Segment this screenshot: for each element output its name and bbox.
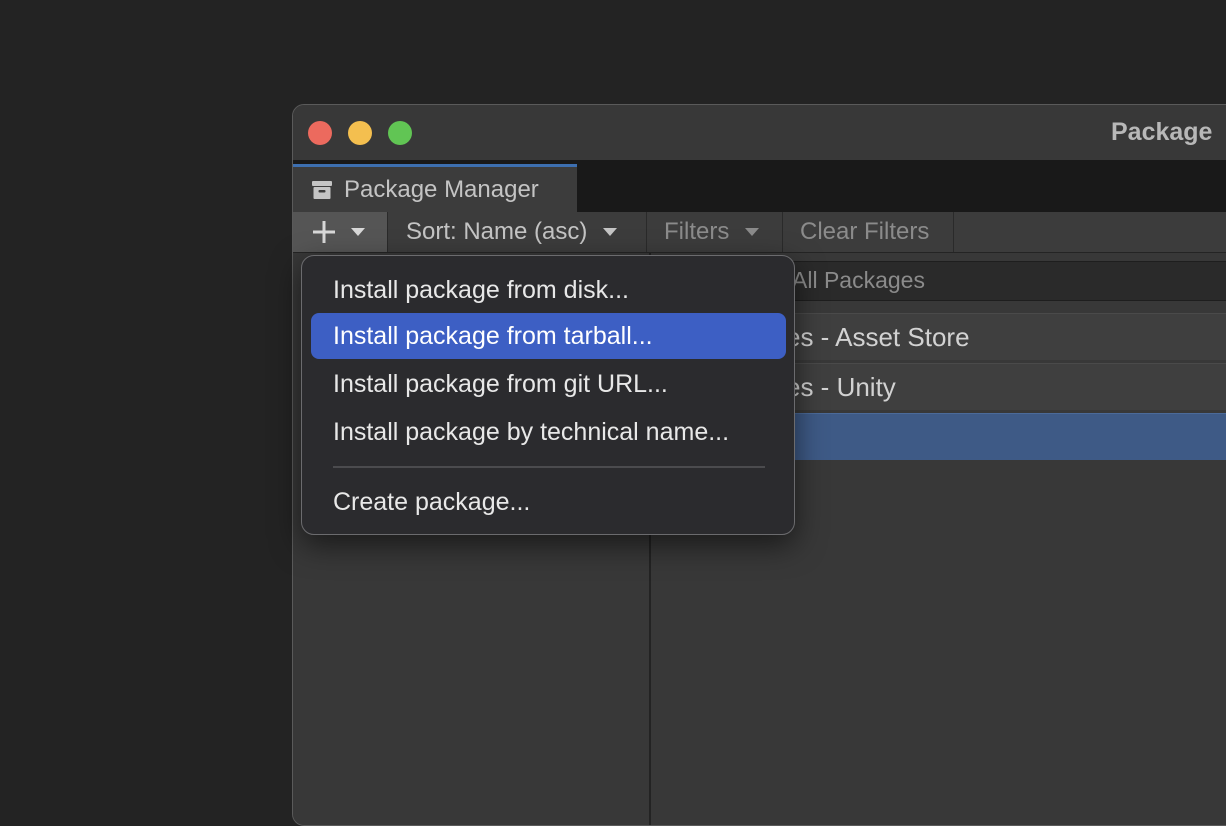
sort-label: Sort: Name (asc) [406, 218, 588, 245]
all-packages-label: All Packages [792, 267, 925, 293]
clear-filters-label: Clear Filters [800, 218, 930, 245]
toolbar: Sort: Name (asc) Filters Clear Filters [293, 212, 1226, 253]
filters-label: Filters [664, 218, 730, 245]
tab-label: Package Manager [344, 175, 539, 203]
zoom-window-button[interactable] [388, 121, 412, 145]
menu-item-label: Install package by technical name... [333, 418, 730, 446]
package-box-icon [311, 180, 333, 200]
menu-item-install-from-git-url[interactable]: Install package from git URL... [311, 361, 786, 407]
chevron-down-icon [351, 228, 365, 236]
chevron-down-icon [603, 228, 618, 236]
clear-filters-button[interactable]: Clear Filters [784, 212, 954, 252]
menu-item-create-package[interactable]: Create package... [311, 479, 786, 525]
plus-icon [311, 219, 337, 245]
tab-package-manager[interactable]: Package Manager [293, 164, 577, 212]
menu-item-install-by-technical-name[interactable]: Install package by technical name... [311, 409, 786, 455]
menu-item-label: Install package from tarball... [333, 322, 653, 350]
add-package-button[interactable] [293, 212, 388, 252]
menu-item-label: Create package... [333, 488, 531, 516]
close-window-button[interactable] [308, 121, 332, 145]
chevron-down-icon [745, 228, 760, 236]
title-bar[interactable]: Package [293, 105, 1226, 160]
filters-dropdown[interactable]: Filters [648, 212, 783, 252]
menu-item-install-from-tarball[interactable]: Install package from tarball... [311, 313, 786, 359]
minimize-window-button[interactable] [348, 121, 372, 145]
menu-separator [333, 466, 765, 468]
sort-dropdown[interactable]: Sort: Name (asc) [389, 212, 647, 252]
menu-item-label: Install package from disk... [333, 276, 629, 304]
menu-item-label: Install package from git URL... [333, 370, 668, 398]
menu-item-install-from-disk[interactable]: Install package from disk... [311, 267, 786, 313]
tab-strip: Package Manager [293, 160, 1226, 212]
add-package-menu: Install package from disk... Install pac… [301, 255, 795, 535]
list-item-label: es - Unity [786, 372, 896, 402]
list-item-label: es - Asset Store [786, 322, 970, 352]
window-title: Package [1111, 118, 1213, 146]
